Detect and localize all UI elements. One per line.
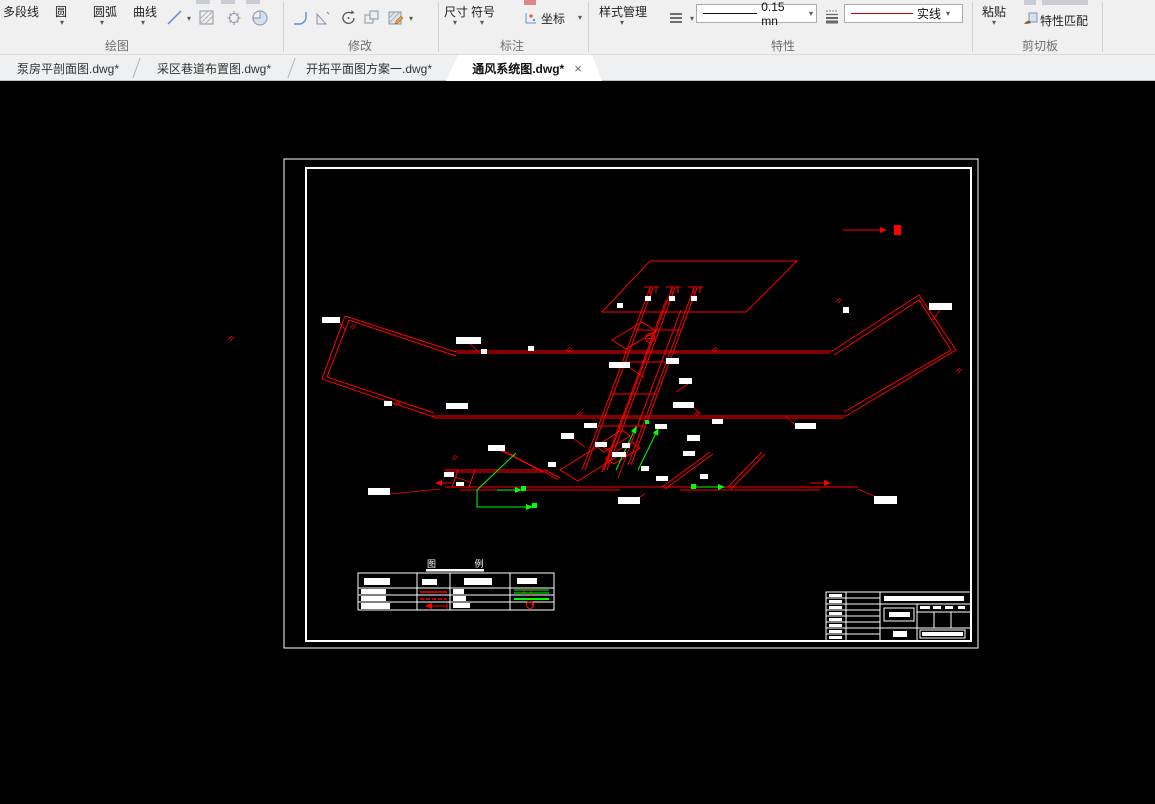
group-separator xyxy=(1102,2,1103,52)
tab-label: 泵房平剖面图.dwg* xyxy=(16,61,120,76)
tab-separator xyxy=(287,58,296,78)
match-properties-icon[interactable] xyxy=(1022,11,1038,26)
line-dropdown-caret[interactable]: ▾ xyxy=(187,14,191,23)
ribbon: 多段线 圆 圆弧 曲线 ▾ ▾ ▾ ▾ 绘图 ▾ 修改 尺寸 ▾ 符号 ▾ 坐标… xyxy=(0,0,1155,55)
match-properties-button[interactable]: 特性匹配 xyxy=(1040,12,1088,29)
dimension-dropdown-caret[interactable]: ▾ xyxy=(453,18,457,27)
roadway-network xyxy=(321,225,957,504)
tab-pump-room-section[interactable]: 泵房平剖面图.dwg* xyxy=(6,55,130,81)
tab-label: 通风系统图.dwg* xyxy=(472,61,565,76)
legend-title: 图 例 xyxy=(427,558,502,569)
drawing-canvas[interactable]: 图 例 xyxy=(0,82,1155,799)
annotate-group-label: 标注 xyxy=(499,39,524,53)
chamfer-icon[interactable] xyxy=(314,9,332,27)
tab-separator xyxy=(132,58,141,78)
symbol-dropdown-caret[interactable]: ▾ xyxy=(480,18,484,27)
linestyle-dropdown-caret[interactable]: ▾ xyxy=(690,14,694,23)
line-icon[interactable] xyxy=(166,9,184,27)
tab-ventilation-system[interactable]: 通风系统图.dwg* × xyxy=(446,55,608,81)
coordinate-button[interactable]: 坐标 xyxy=(541,10,565,27)
arc-button[interactable]: 圆弧 xyxy=(93,3,117,20)
lineweight-icon[interactable] xyxy=(824,8,840,24)
group-separator xyxy=(283,2,284,52)
linetype-select[interactable]: 实线 ▾ xyxy=(844,4,963,23)
fillet-icon[interactable] xyxy=(292,9,310,27)
ventilation-system-drawing: 图 例 xyxy=(227,158,979,649)
lineweight-value: 0.15 mn xyxy=(761,0,785,28)
gear-icon[interactable] xyxy=(226,9,244,27)
title-block xyxy=(825,591,972,642)
cutoff-icon xyxy=(1042,0,1088,5)
region-icon[interactable] xyxy=(251,9,269,27)
modify-group-label: 修改 xyxy=(347,39,372,53)
airflow-lines xyxy=(476,420,725,510)
linetype-value: 实线 xyxy=(917,7,942,21)
lineweight-select[interactable]: 0.15 mn ▾ xyxy=(696,0,817,28)
array-3d-icon[interactable] xyxy=(363,9,383,27)
paste-dropdown-caret[interactable]: ▾ xyxy=(992,18,996,27)
cutoff-icon xyxy=(221,0,235,4)
cutoff-icon xyxy=(246,0,260,4)
polyline-button[interactable]: 多段线 xyxy=(3,3,39,20)
label-boxes xyxy=(322,296,952,504)
edit-hatch-dropdown-caret[interactable]: ▾ xyxy=(409,14,413,23)
lineweight-caret: ▾ xyxy=(808,9,813,18)
coordinate-icon[interactable] xyxy=(523,10,539,26)
tab-label: 开拓平面图方案一.dwg* xyxy=(305,61,433,76)
group-separator xyxy=(438,2,439,52)
circle-dropdown-caret[interactable]: ▾ xyxy=(60,18,64,27)
draw-group-label: 绘图 xyxy=(104,39,129,53)
legend: 图 例 xyxy=(357,558,555,611)
tab-panel-roadway-layout[interactable]: 采区巷道布置图.dwg* xyxy=(142,55,286,81)
properties-group-label: 特性 xyxy=(770,39,795,53)
clipboard-group-label: 剪切板 xyxy=(1021,39,1058,53)
tab-label: 采区巷道布置图.dwg* xyxy=(156,61,272,76)
group-separator xyxy=(972,2,973,52)
hatch-icon[interactable] xyxy=(198,9,216,27)
linetype-preview xyxy=(851,13,913,14)
lineweight-preview xyxy=(703,13,758,14)
arc-dropdown-caret[interactable]: ▾ xyxy=(100,18,104,27)
cutoff-icon xyxy=(1024,0,1036,5)
linetype-caret: ▾ xyxy=(946,9,951,18)
rotate-icon[interactable] xyxy=(340,9,358,27)
coordinate-dropdown-caret[interactable]: ▾ xyxy=(578,13,582,22)
tab-close-icon[interactable]: × xyxy=(574,61,582,76)
linestyle-icon[interactable] xyxy=(668,11,684,25)
cutoff-icon xyxy=(524,0,536,5)
document-tab-bar: 泵房平剖面图.dwg* 采区巷道布置图.dwg* 开拓平面图方案一.dwg* 通… xyxy=(0,55,1155,81)
curve-dropdown-caret[interactable]: ▾ xyxy=(141,18,145,27)
group-separator xyxy=(588,2,589,52)
cutoff-icon xyxy=(196,0,210,4)
edit-hatch-icon[interactable] xyxy=(387,9,405,27)
style-manager-dropdown-caret[interactable]: ▾ xyxy=(620,18,624,27)
tab-development-plan[interactable]: 开拓平面图方案一.dwg* xyxy=(297,55,441,81)
